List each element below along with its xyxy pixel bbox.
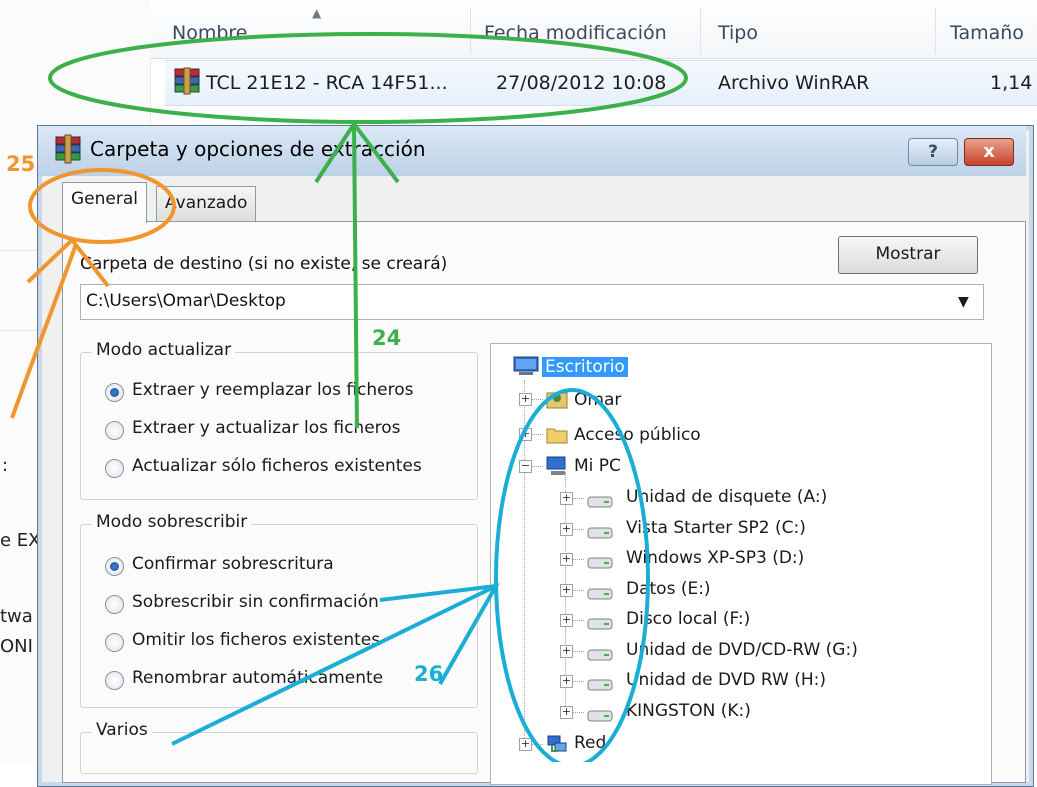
- cyan-arrow: [171, 584, 497, 746]
- orange-arrow: [10, 243, 78, 419]
- annotation-label-26: 26: [414, 662, 444, 686]
- cyan-highlight-ellipse: [494, 388, 650, 762]
- annotation-label-24: 24: [372, 326, 402, 350]
- annotation-label-25: 25: [6, 152, 36, 176]
- green-arrowhead: [314, 120, 400, 184]
- tab-general[interactable]: General: [62, 182, 147, 223]
- green-arrow: [352, 125, 359, 429]
- green-highlight-ellipse: [48, 32, 688, 124]
- annotation-overlay: [10, 32, 688, 762]
